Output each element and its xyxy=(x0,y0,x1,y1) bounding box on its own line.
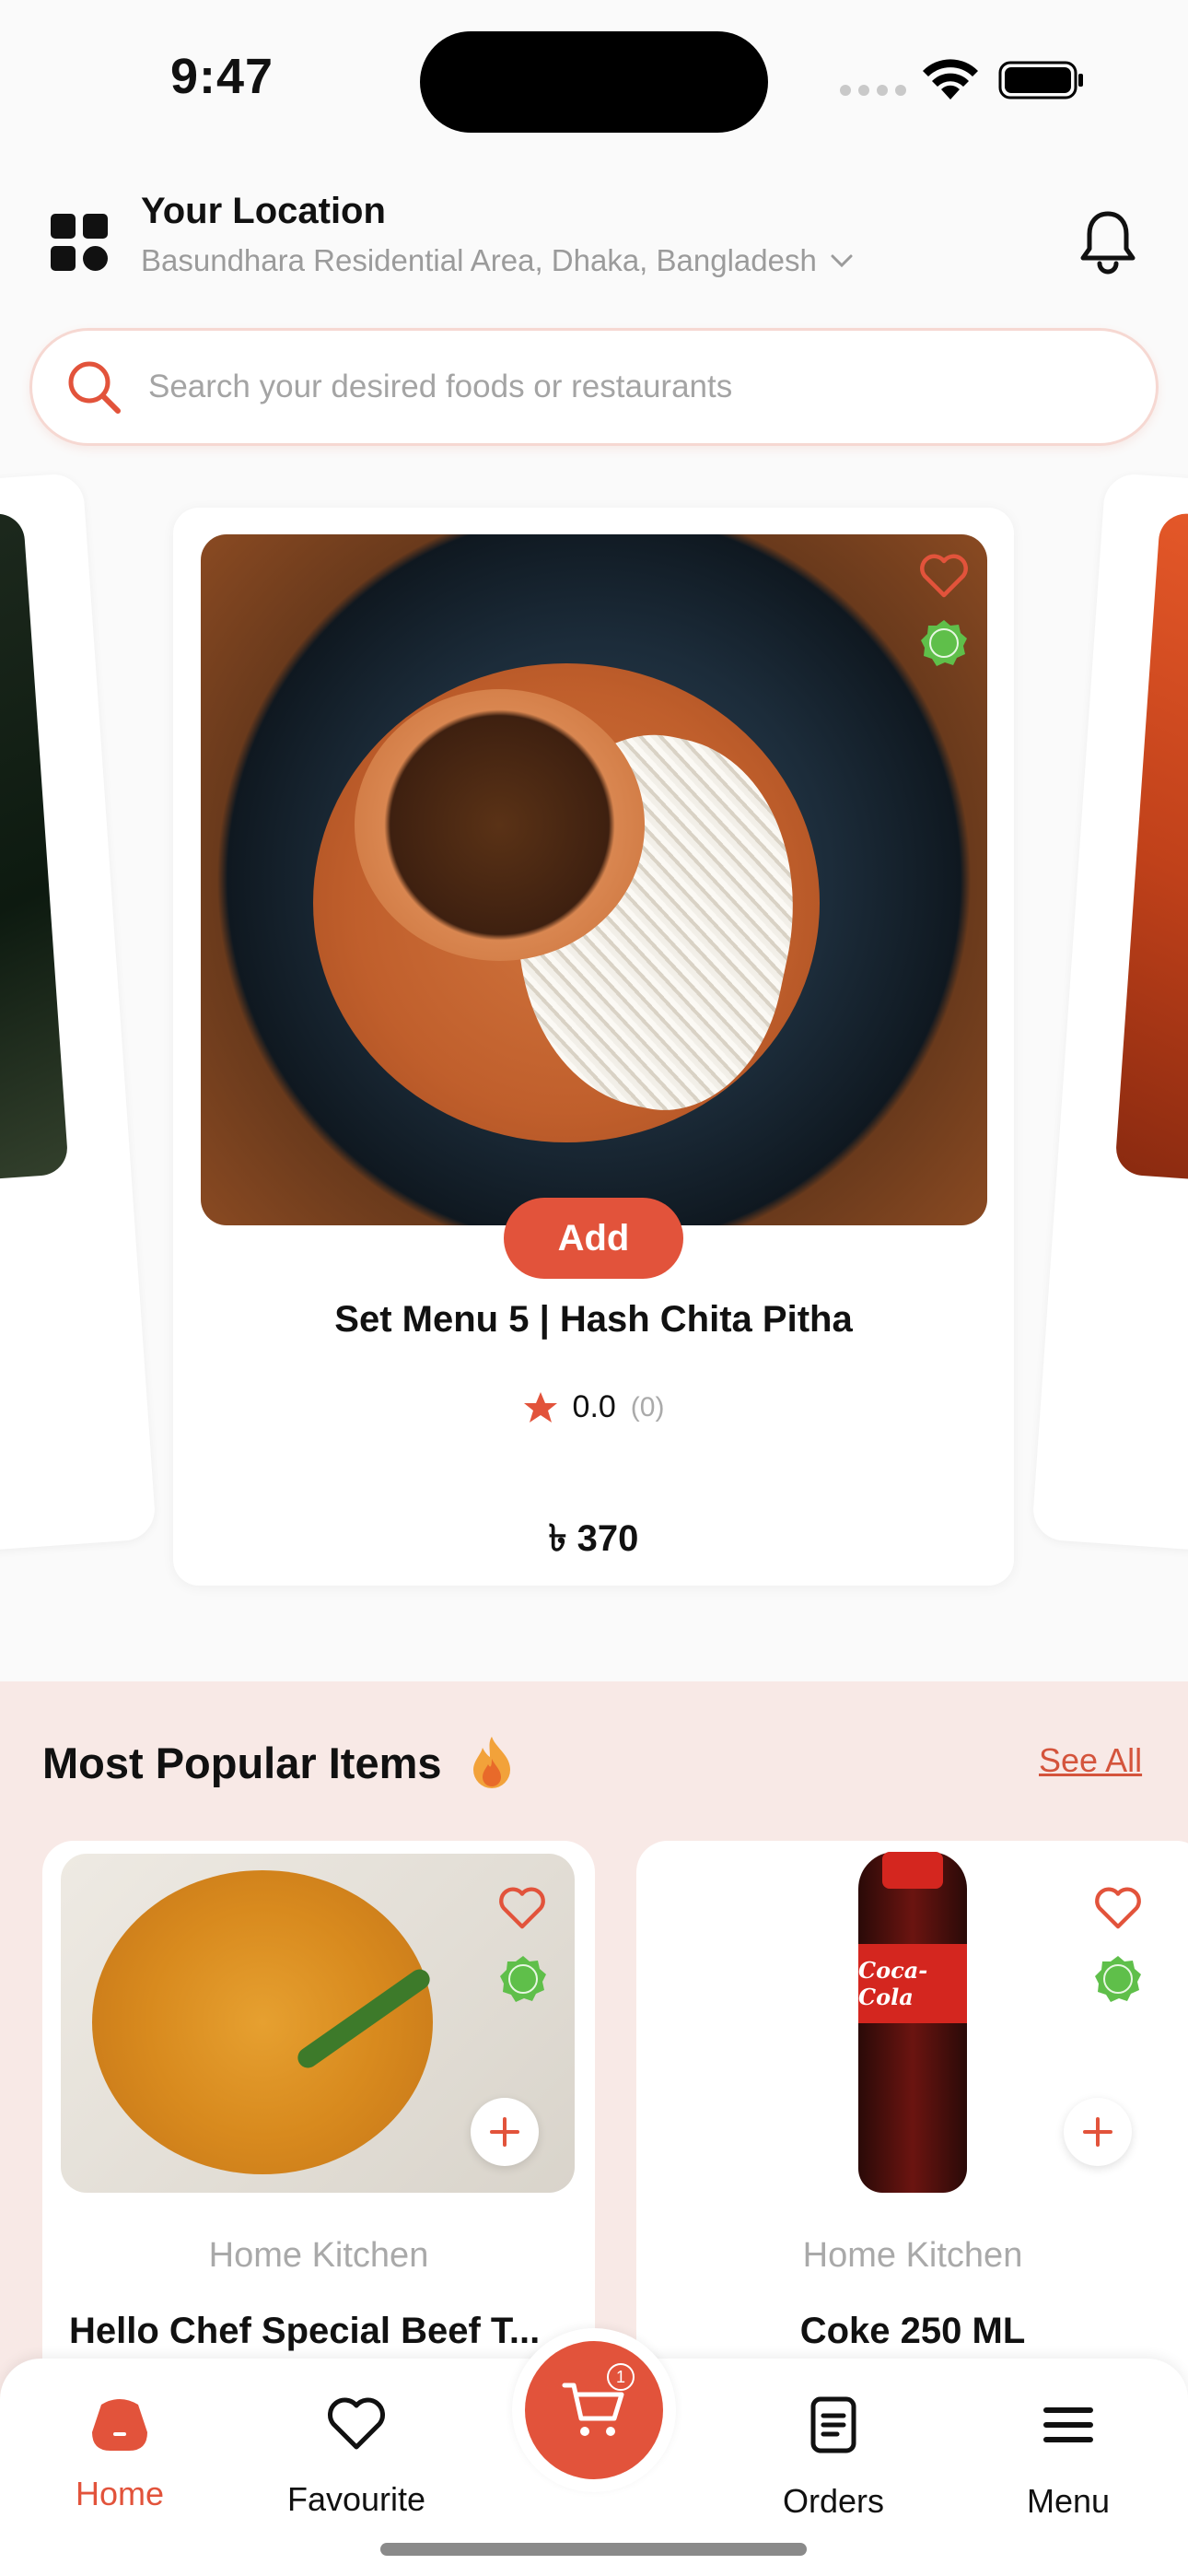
search-icon xyxy=(68,361,121,414)
favourite-heart-icon[interactable] xyxy=(498,1886,546,1930)
featured-item-rating: 0.0 (0) xyxy=(173,1389,1014,1425)
location-selector[interactable]: Basundhara Residential Area, Dhaka, Bang… xyxy=(141,243,854,278)
halal-badge-icon xyxy=(921,620,967,666)
curry-bowl-graphic xyxy=(355,689,645,961)
rating-count: (0) xyxy=(630,1391,665,1423)
dynamic-island xyxy=(420,31,768,133)
plus-icon xyxy=(490,2117,519,2147)
status-time: 9:47 xyxy=(170,49,274,104)
featured-item-name: Set Menu 5 | Hash Chita Pitha xyxy=(334,1299,853,1340)
star-icon xyxy=(523,1391,557,1423)
popular-item-name: Coke 250 ML xyxy=(799,2311,1026,2351)
cellular-signal-icon xyxy=(840,85,906,96)
nav-orders-label: Orders xyxy=(782,2482,885,2520)
nav-orders[interactable]: Orders xyxy=(755,2395,912,2521)
halal-badge-icon xyxy=(1095,1956,1141,2002)
popular-section-title: Most Popular Items xyxy=(42,1735,514,1790)
plus-icon xyxy=(1083,2117,1112,2147)
see-all-link[interactable]: See All xyxy=(1039,1741,1142,1780)
restaurant-name: Home Kitchen xyxy=(802,2236,1023,2275)
location-address: Basundhara Residential Area, Dhaka, Bang… xyxy=(141,243,817,277)
search-input[interactable] xyxy=(148,369,1069,405)
home-icon xyxy=(92,2399,147,2451)
halal-badge-icon xyxy=(500,1956,546,2002)
grid-menu-icon[interactable] xyxy=(51,214,108,271)
hamburger-menu-icon xyxy=(1043,2407,1093,2442)
location-title: Your Location xyxy=(141,191,386,231)
add-item-button[interactable] xyxy=(471,2098,539,2166)
nav-menu[interactable]: Menu xyxy=(995,2395,1142,2521)
battery-icon xyxy=(998,61,1083,100)
nav-menu-label: Menu xyxy=(1026,2482,1111,2520)
home-indicator[interactable] xyxy=(380,2543,807,2556)
popular-item-name: Hello Chef Special Beef T... xyxy=(69,2311,541,2351)
wifi-icon xyxy=(923,59,978,100)
add-to-cart-button[interactable]: Add xyxy=(504,1198,683,1279)
featured-item-price: ৳ 370 xyxy=(548,1518,639,1559)
nav-home[interactable]: Home xyxy=(55,2395,184,2513)
cart-count-badge: 1 xyxy=(607,2363,635,2391)
add-item-button[interactable] xyxy=(1064,2098,1132,2166)
favourite-heart-icon[interactable] xyxy=(919,553,969,599)
nav-home-label: Home xyxy=(75,2475,165,2512)
nav-favourite-label: Favourite xyxy=(286,2480,426,2518)
section-title-text: Most Popular Items xyxy=(42,1738,442,1787)
favourite-heart-icon[interactable] xyxy=(1094,1886,1142,1930)
restaurant-name: Home Kitchen xyxy=(208,2236,429,2275)
search-bar[interactable] xyxy=(29,328,1159,446)
cart-button[interactable] xyxy=(525,2341,663,2479)
chevron-down-icon xyxy=(831,254,853,268)
bottle-cap-graphic xyxy=(882,1852,943,1889)
heart-icon xyxy=(328,2397,385,2450)
rating-value: 0.0 xyxy=(572,1389,616,1424)
fire-icon xyxy=(472,1737,510,1788)
notification-bell-icon[interactable] xyxy=(1077,208,1138,275)
biryani-graphic xyxy=(92,1870,433,2174)
coke-label: Coca-Cola xyxy=(858,1944,967,2023)
orders-icon xyxy=(810,2396,856,2453)
nav-favourite[interactable]: Favourite xyxy=(260,2395,453,2519)
